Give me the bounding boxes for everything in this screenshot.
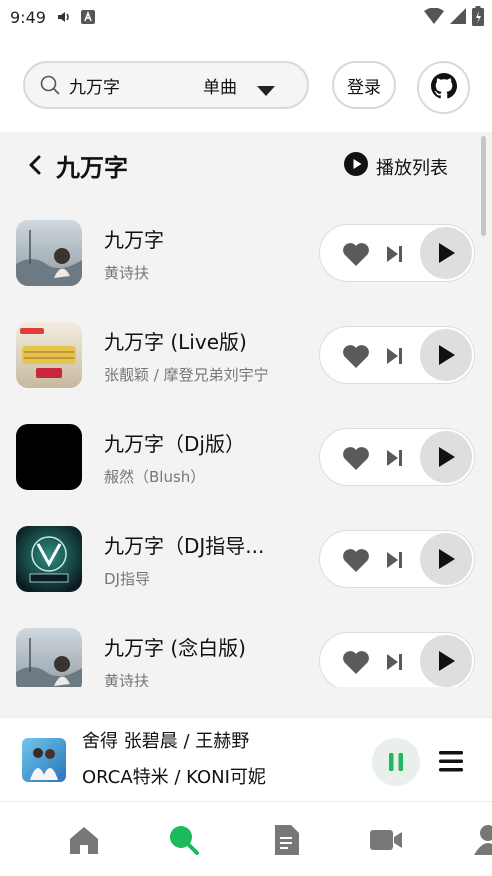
status-bar: 9:49 [0,0,492,34]
mini-player[interactable]: 舍得 张碧晨 / 王赫野 ORCA特米 / KONI可妮 [0,717,492,801]
search-type-select[interactable]: 单曲 [203,73,237,98]
song-cover [16,322,82,388]
song-actions [319,530,475,588]
now-playing-artist: ORCA特米 / KONI可妮 [82,767,266,788]
song-artist: DJ指导 [104,570,150,588]
play-circle-icon [344,152,368,181]
song-cover [16,220,82,286]
song-row[interactable]: 九万字 (念白版) 黄诗扶 [0,610,492,687]
notification-a-icon [80,9,96,25]
pause-icon [389,753,403,771]
song-artist: 赧然（Blush） [104,468,206,486]
play-button[interactable] [420,227,472,279]
heart-icon[interactable] [342,651,370,679]
play-next-icon[interactable] [386,244,404,268]
status-time: 9:49 [10,7,46,27]
play-next-icon[interactable] [386,652,404,676]
song-title: 九万字 (念白版) [104,636,246,660]
volume-icon [56,9,72,25]
battery-icon [472,6,484,30]
page-title: 九万字 [56,154,128,182]
play-next-icon[interactable] [386,346,404,370]
top-bar: 九万字 单曲 登录 [0,34,492,132]
song-actions [319,326,475,384]
play-button[interactable] [420,635,472,687]
song-row[interactable]: 九万字 (Live版) 张靓颖 / 摩登兄弟刘宇宁 [0,304,492,406]
user-icon[interactable] [470,822,492,858]
document-icon[interactable] [268,822,304,858]
login-button[interactable]: 登录 [332,61,396,109]
song-title: 九万字（Dj版） [104,432,245,456]
song-actions [319,224,475,282]
menu-icon[interactable] [437,749,465,777]
play-button[interactable] [420,431,472,483]
video-icon[interactable] [368,822,404,858]
github-button[interactable] [417,61,470,114]
chevron-down-icon[interactable] [257,81,275,100]
heart-icon[interactable] [342,345,370,373]
back-chevron-icon[interactable] [28,154,42,180]
now-playing-cover [22,738,66,782]
song-cover [16,526,82,592]
play-icon [439,549,455,569]
play-icon [439,651,455,671]
now-playing-title: 舍得 张碧晨 / 王赫野 [82,731,250,752]
search-results-panel: 九万字 播放列表 九万字 黄诗扶 九万字 (Live版) 张靓颖 / 摩登兄弟刘… [0,132,492,687]
home-icon[interactable] [66,822,102,858]
play-next-icon[interactable] [386,550,404,574]
search-box[interactable]: 九万字 单曲 [23,61,309,109]
song-row[interactable]: 九万字 黄诗扶 [0,202,492,304]
song-row[interactable]: 九万字（Dj版） 赧然（Blush） [0,406,492,508]
song-artist: 黄诗扶 [104,672,150,687]
playlist-button[interactable]: 播放列表 [344,152,448,181]
song-cover [16,424,82,490]
github-icon [430,72,457,103]
song-title: 九万字 (Live版) [104,330,247,354]
heart-icon[interactable] [342,447,370,475]
heart-icon[interactable] [342,549,370,577]
song-row[interactable]: 九万字（DJ指导... DJ指导 [0,508,492,610]
play-icon [439,447,455,467]
song-actions [319,632,475,687]
search-icon[interactable] [166,822,202,858]
song-actions [319,428,475,486]
song-artist: 张靓颖 / 摩登兄弟刘宇宁 [104,366,269,384]
song-title: 九万字（DJ指导... [104,534,265,558]
play-next-icon[interactable] [386,448,404,472]
play-icon [439,345,455,365]
play-icon [439,243,455,263]
playlist-label: 播放列表 [376,157,448,179]
pause-button[interactable] [372,738,420,786]
song-title: 九万字 [104,228,164,252]
search-input[interactable]: 九万字 [69,73,189,98]
play-button[interactable] [420,533,472,585]
song-cover [16,628,82,687]
search-icon [39,74,61,96]
panel-header: 九万字 播放列表 [0,132,492,202]
bottom-nav [0,801,492,876]
signal-icon [450,8,466,28]
song-artist: 黄诗扶 [104,264,150,282]
heart-icon[interactable] [342,243,370,271]
wifi-icon [424,7,444,28]
play-button[interactable] [420,329,472,381]
